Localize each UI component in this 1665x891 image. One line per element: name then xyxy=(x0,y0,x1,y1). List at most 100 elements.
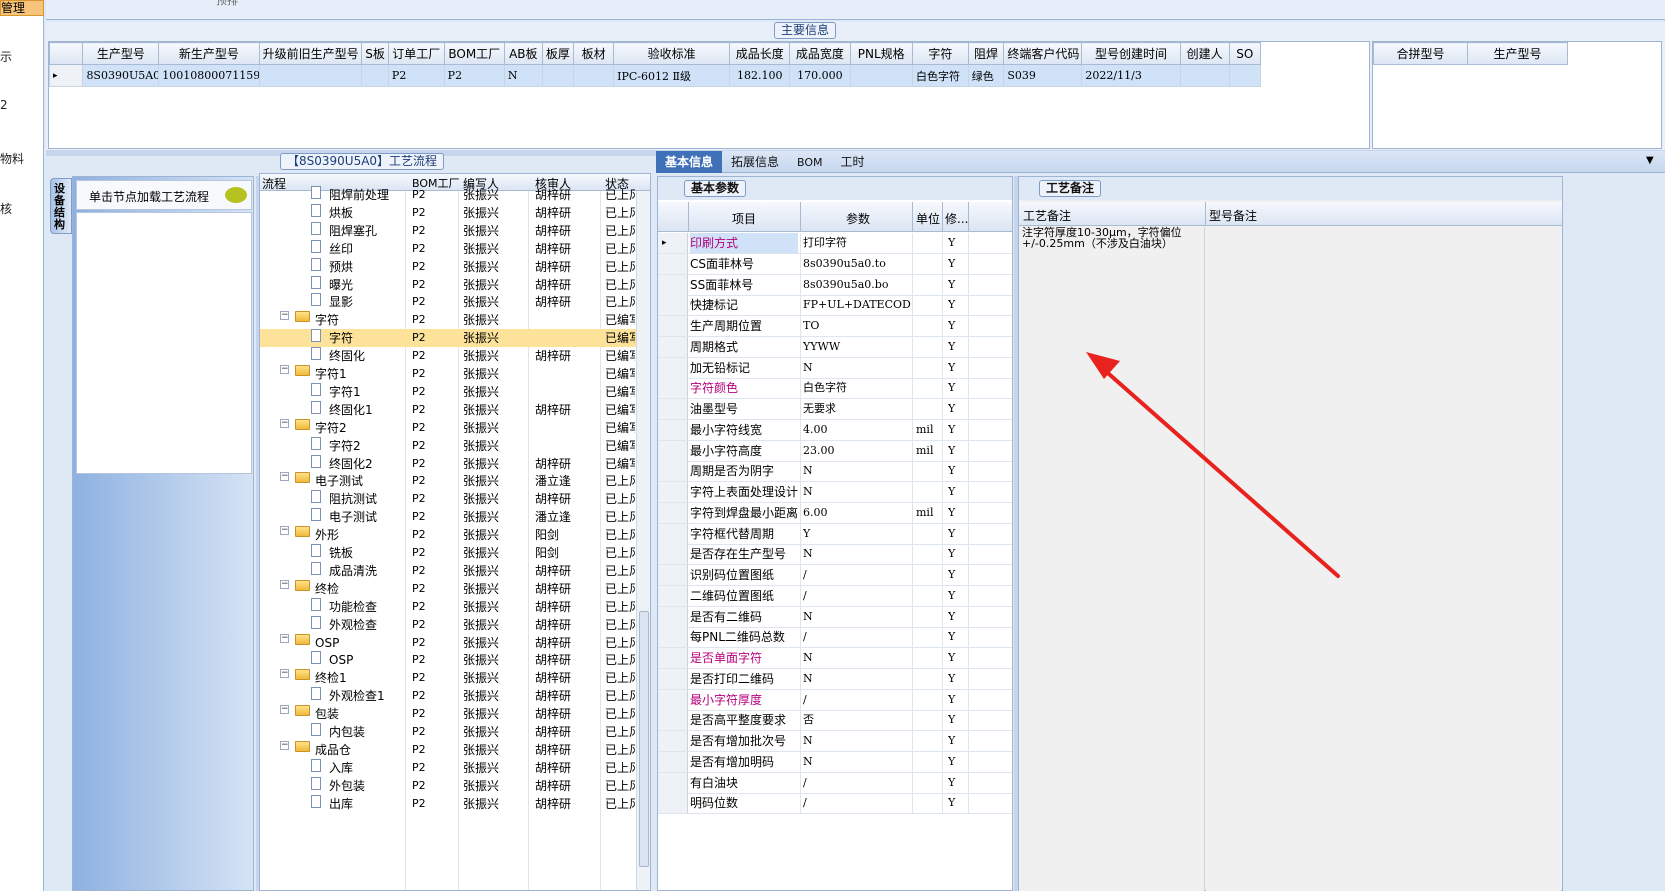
tree-row[interactable]: 内包装P2张振兴胡梓研已上风 xyxy=(260,723,644,741)
main-col-12[interactable]: PNL规格 xyxy=(849,42,913,65)
document-icon xyxy=(311,687,321,701)
main-col-1[interactable]: 新生产型号 xyxy=(158,42,260,65)
main-cell-1: 10010800071159 xyxy=(158,64,260,87)
main-col-7[interactable]: 板厚 xyxy=(541,42,575,65)
main-col-18[interactable]: SO xyxy=(1228,42,1262,65)
tree-cell-reviewer: 胡梓研 xyxy=(535,563,572,578)
nav-item-review[interactable]: 核 xyxy=(0,200,44,217)
main-col-14[interactable]: 阻焊 xyxy=(967,42,1005,65)
detail-panel: 基本信息 拓展信息 BOM 工时 ▼ 基本参数 项目 参数 单位 修... ▸ 印刷方式… xyxy=(656,151,1665,891)
tree-row[interactable]: 铣板P2张振兴阳剑已上风 xyxy=(260,544,644,562)
nav-item-display[interactable]: 示 xyxy=(0,48,44,65)
tree-cell-bom: P2 xyxy=(412,635,426,649)
tree-cell-writer: 张振兴 xyxy=(463,205,500,220)
collapse-icon[interactable]: − xyxy=(280,418,289,428)
tree-cell-bom: P2 xyxy=(412,707,426,721)
tree-row[interactable]: OSPP2张振兴胡梓研已上风 xyxy=(260,651,644,669)
collapse-icon[interactable]: − xyxy=(280,365,289,374)
tree-row[interactable]: − 终检1 P2 张振兴 胡梓研 已上风 xyxy=(260,669,644,687)
main-col-15[interactable]: 终端客户代码 xyxy=(1003,42,1083,65)
tree-row[interactable]: 外观检查P2张振兴胡梓研已上风 xyxy=(260,615,644,634)
tree-scrollbar-thumb[interactable] xyxy=(639,611,649,867)
tree-row[interactable]: 入库P2张振兴胡梓研已上风 xyxy=(260,758,644,777)
tree-row[interactable]: − 终检 P2 张振兴 胡梓研 已上风 xyxy=(260,579,644,598)
main-col-13[interactable]: 字符 xyxy=(911,42,969,65)
tree-row[interactable]: 丝印P2张振兴胡梓研已上风 xyxy=(260,239,644,258)
tree-cell-bom: P2 xyxy=(412,546,426,559)
folder-icon xyxy=(295,579,310,591)
tree-row[interactable]: 曝光P2张振兴胡梓研已上风 xyxy=(260,275,644,294)
tree-cell-writer: 张振兴 xyxy=(463,188,500,202)
tree-row[interactable]: 电子测试P2张振兴潘立逢已上风 xyxy=(260,508,644,526)
main-col-9[interactable]: 验收标准 xyxy=(613,42,731,65)
main-col-5[interactable]: BOM工厂 xyxy=(443,42,505,65)
tree-row[interactable]: 字符P2张振兴已编写 xyxy=(260,329,644,348)
main-col-16[interactable]: 型号创建时间 xyxy=(1081,42,1181,65)
tree-cell-bom: P2 xyxy=(412,653,426,667)
main-col-10[interactable]: 成品长度 xyxy=(729,42,791,65)
main-col-6[interactable]: AB板 xyxy=(503,42,543,65)
collapse-icon[interactable]: − xyxy=(280,669,289,679)
tree-row[interactable]: 出库P2张振兴胡梓研已上风 xyxy=(260,794,644,813)
tree-cell-status: 已上风 xyxy=(605,492,635,507)
collapse-icon[interactable]: − xyxy=(280,705,289,715)
main-col-11[interactable]: 成品宽度 xyxy=(789,42,851,65)
tree-row[interactable]: 功能检查P2张振兴胡梓研已上风 xyxy=(260,597,644,616)
tree-row[interactable]: 终固化1P2张振兴胡梓研已编写 xyxy=(260,400,644,419)
tree-cell-status: 已上风 xyxy=(605,689,635,704)
tree-row[interactable]: − OSP P2 张振兴 胡梓研 已上风 xyxy=(260,633,644,652)
nav-item-2[interactable]: 2 xyxy=(0,98,44,112)
tree-row[interactable]: 外观检查1P2张振兴胡梓研已上风 xyxy=(260,687,644,705)
collapse-icon[interactable]: − xyxy=(280,472,289,482)
main-col-2[interactable]: 升级前旧生产型号 xyxy=(258,42,363,65)
nav-item-manage[interactable]: 管理 xyxy=(0,0,44,16)
collapse-icon[interactable]: − xyxy=(280,740,289,750)
tree-cell-reviewer: 阳剑 xyxy=(535,528,560,543)
main-col-4[interactable]: 订单工厂 xyxy=(387,42,445,65)
tree-cell-reviewer: 胡梓研 xyxy=(535,188,572,202)
collapse-icon[interactable]: − xyxy=(280,311,289,321)
tree-row[interactable]: − 字符2 P2 张振兴 已编写 xyxy=(260,418,644,437)
tree-cell-reviewer: 胡梓研 xyxy=(535,635,572,650)
node-hint-bar[interactable]: 单击节点加载工艺流程 xyxy=(76,180,252,210)
tree-cell-status: 已上风 xyxy=(605,241,635,256)
tree-row[interactable]: 终固化P2张振兴胡梓研已编写 xyxy=(260,347,644,365)
vertical-tab-device[interactable]: 设备结构 xyxy=(50,178,72,234)
tree-row[interactable]: − 包装 P2 张振兴 胡梓研 已上风 xyxy=(260,705,644,723)
tree-row[interactable]: 阻焊前处理P2张振兴胡梓研已上风 xyxy=(260,186,644,204)
tree-row[interactable]: 终固化2P2张振兴胡梓研已编写 xyxy=(260,454,644,473)
tree-row[interactable]: 外包装P2张振兴胡梓研已上风 xyxy=(260,776,644,795)
node-list[interactable] xyxy=(76,212,252,474)
tree-cell-status: 已上风 xyxy=(605,563,635,578)
main-col-0[interactable]: 生产型号 xyxy=(82,42,160,65)
tree-scrollbar[interactable] xyxy=(636,191,650,890)
collapse-icon[interactable]: − xyxy=(280,633,289,643)
collapse-icon[interactable]: − xyxy=(280,526,289,536)
merge-model-column[interactable]: 合拼型号 xyxy=(1373,42,1468,65)
main-col-3[interactable]: S板 xyxy=(361,42,389,65)
tree-cell-reviewer: 胡梓研 xyxy=(535,689,572,704)
tree-row[interactable]: 预烘P2张振兴胡梓研已上风 xyxy=(260,257,644,276)
tree-row[interactable]: 烘板P2张振兴胡梓研已上风 xyxy=(260,203,644,222)
tree-cell-reviewer: 胡梓研 xyxy=(535,707,572,722)
main-col-17[interactable]: 创建人 xyxy=(1179,42,1230,65)
tree-row[interactable]: 显影P2张振兴胡梓研已上风 xyxy=(260,293,644,311)
top-strip: 预排 xyxy=(46,0,1665,20)
tree-row[interactable]: − 外形 P2 张振兴 阳剑 已上风 xyxy=(260,526,644,544)
production-model-column[interactable]: 生产型号 xyxy=(1467,42,1568,65)
tree-row[interactable]: 成品清洗P2张振兴胡梓研已上风 xyxy=(260,561,644,580)
tree-cell-status: 已编写 xyxy=(605,313,635,328)
tree-row[interactable]: 字符1P2张振兴已编写 xyxy=(260,382,644,401)
tree-cell-status: 已编写 xyxy=(605,456,635,471)
tree-row[interactable]: − 字符 P2 张振兴 已编写 xyxy=(260,311,644,329)
tree-row[interactable]: 阻焊塞孔P2张振兴胡梓研已上风 xyxy=(260,221,644,240)
tree-row[interactable]: − 字符1 P2 张振兴 已编写 xyxy=(260,365,644,383)
main-info-row[interactable]: ▸ 8S0390U5A0 10010800071159 P2 P2 N IPC-6012 Ⅱ… xyxy=(48,64,1262,87)
main-col-8[interactable]: 板材 xyxy=(572,42,615,65)
tree-row[interactable]: 字符2P2张振兴已编写 xyxy=(260,436,644,455)
nav-item-material[interactable]: 物料 xyxy=(0,150,44,167)
tree-row[interactable]: − 电子测试 P2 张振兴 潘立逢 已上风 xyxy=(260,472,644,490)
tree-row[interactable]: 阻抗测试P2张振兴胡梓研已上风 xyxy=(260,490,644,508)
tree-row[interactable]: − 成品仓 P2 张振兴 胡梓研 已上风 xyxy=(260,740,644,759)
collapse-icon[interactable]: − xyxy=(280,579,289,589)
